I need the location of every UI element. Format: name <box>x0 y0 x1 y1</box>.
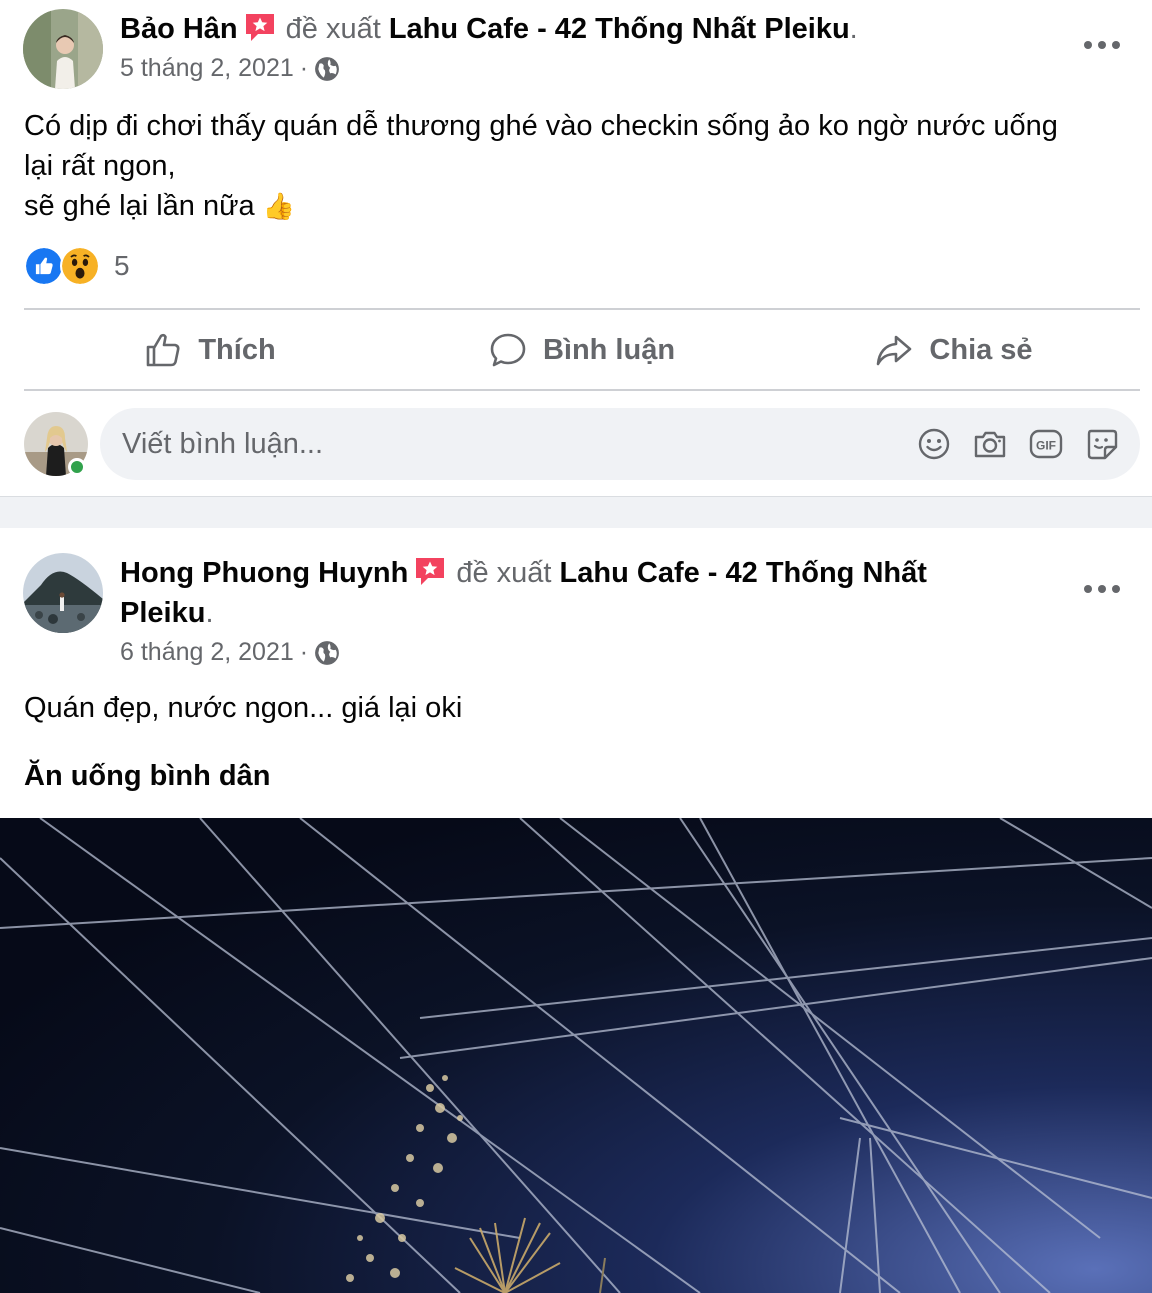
post-header: Hong Phuong Huynh đề xuất Lahu Cafe - 42 … <box>120 553 990 633</box>
comment-button[interactable]: Bình luận <box>396 311 768 389</box>
action-bar: Thích Bình luận Chia sẻ <box>24 311 1140 389</box>
author-name[interactable]: Bảo Hân <box>120 13 238 45</box>
share-button[interactable]: Chia sẻ <box>768 311 1140 389</box>
post-date[interactable]: 5 tháng 2, 2021 <box>120 54 294 83</box>
post-meta: 5 tháng 2, 2021 · <box>120 54 340 83</box>
meta-separator: · <box>299 54 309 82</box>
recommend-star-icon <box>244 11 276 43</box>
comment-field-container[interactable]: GIF <box>100 408 1140 480</box>
online-status-dot <box>68 458 86 476</box>
divider <box>24 389 1140 391</box>
post-body: Quán đẹp, nước ngon... giá lại oki <box>24 688 1124 728</box>
reaction-count[interactable]: 5 <box>114 250 130 282</box>
like-reaction-icon <box>24 246 64 286</box>
post-text-line: lại rất ngon, <box>24 150 176 182</box>
recommend-star-icon <box>414 555 446 587</box>
post-header: Bảo Hân đề xuất Lahu Cafe - 42 Thống Nhất… <box>120 9 858 49</box>
reaction-summary[interactable]: 5 <box>24 246 130 286</box>
like-button[interactable]: Thích <box>24 311 396 389</box>
more-dots-icon[interactable] <box>1084 583 1120 595</box>
post-card: Bảo Hân đề xuất Lahu Cafe - 42 Thống Nhất… <box>0 0 1152 497</box>
comment-input[interactable] <box>122 422 882 466</box>
like-label: Thích <box>198 333 276 366</box>
post-text-line: Quán đẹp, nước ngon... giá lại oki <box>24 692 463 724</box>
comment-label: Bình luận <box>542 333 676 366</box>
thumbs-up-emoji-icon: 👍 <box>262 191 296 221</box>
globe-icon[interactable] <box>314 640 340 666</box>
post-tag: Ăn uống bình dân <box>24 760 271 792</box>
sticker-icon[interactable] <box>1084 426 1120 462</box>
author-name[interactable]: Hong Phuong Huynh <box>120 557 408 589</box>
post-text-line: sẽ ghé lại lần nữa 👍 <box>24 186 1124 226</box>
post-card: Hong Phuong Huynh đề xuất Lahu Cafe - 42 … <box>0 528 1152 1293</box>
comment-composer: GIF <box>24 408 1140 480</box>
comment-bubble-icon <box>490 333 526 367</box>
page-name-link-continued[interactable]: Pleiku <box>120 597 205 629</box>
recommend-verb: đề xuất <box>456 557 552 589</box>
svg-text:GIF: GIF <box>1036 439 1056 453</box>
more-dots-icon[interactable] <box>1084 39 1120 51</box>
header-period: . <box>205 597 214 629</box>
emoji-icon[interactable] <box>916 426 952 462</box>
camera-icon[interactable] <box>972 426 1008 462</box>
gif-icon[interactable]: GIF <box>1028 426 1064 462</box>
thumbs-up-icon <box>147 333 180 367</box>
author-avatar[interactable] <box>23 553 103 633</box>
author-avatar[interactable] <box>23 9 103 89</box>
wow-reaction-icon <box>60 246 100 286</box>
recommend-verb: đề xuất <box>285 13 381 45</box>
meta-separator: · <box>299 638 309 666</box>
post-text-fragment: sẽ ghé lại lần nữa <box>24 190 255 222</box>
page-name-link[interactable]: Lahu Cafe - 42 Thống Nhất Pleiku <box>389 13 850 45</box>
post-text-line: Có dịp đi chơi thấy quán dễ thương ghé v… <box>24 110 1058 142</box>
post-photo[interactable] <box>0 818 1152 1293</box>
post-body: Có dịp đi chơi thấy quán dễ thương ghé v… <box>24 106 1124 226</box>
share-label: Chia sẻ <box>929 333 1033 366</box>
share-arrow-icon <box>877 335 912 366</box>
header-period: . <box>849 13 858 45</box>
page-name-link[interactable]: Lahu Cafe - 42 Thống Nhất <box>560 557 927 589</box>
post-date[interactable]: 6 tháng 2, 2021 <box>120 638 294 667</box>
globe-icon[interactable] <box>314 56 340 82</box>
divider <box>24 308 1140 310</box>
current-user-avatar[interactable] <box>24 412 88 476</box>
post-meta: 6 tháng 2, 2021 · <box>120 638 340 667</box>
